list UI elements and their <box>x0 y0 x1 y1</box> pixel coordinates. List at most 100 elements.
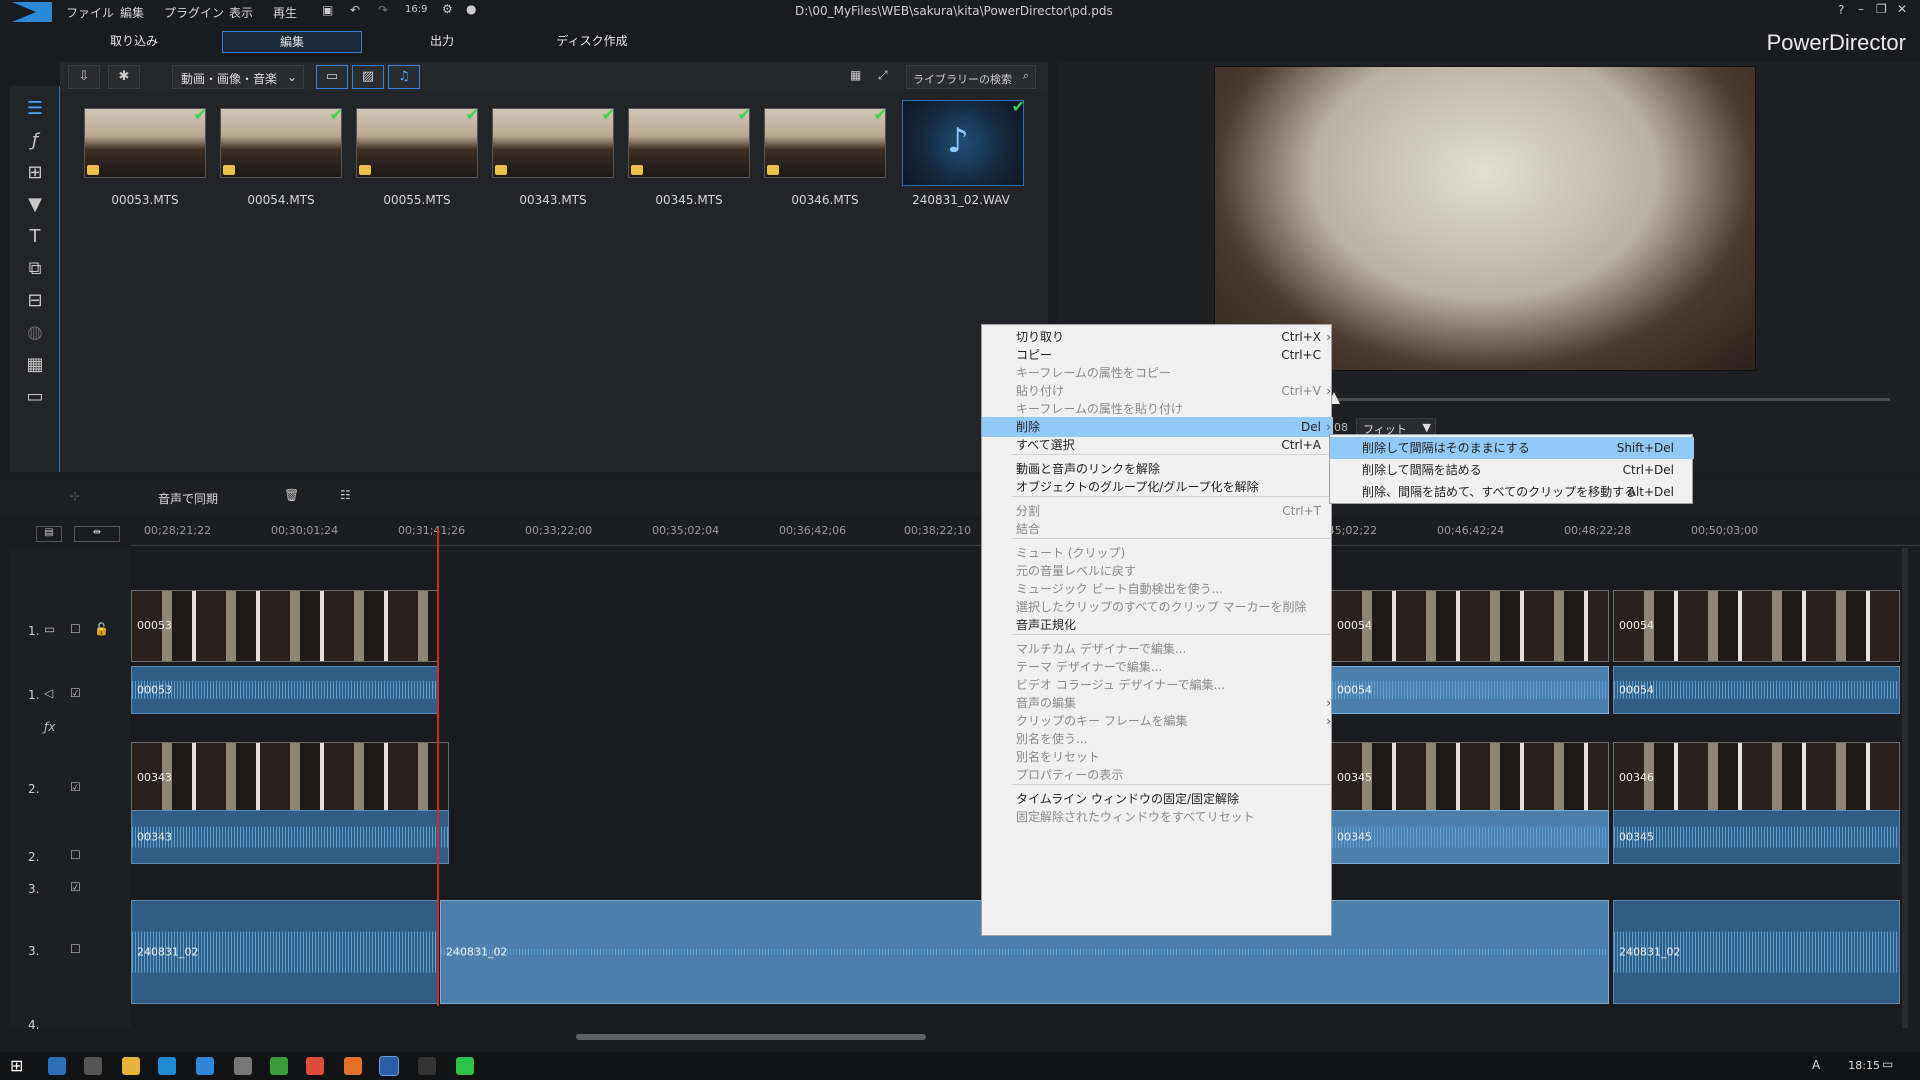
close-icon[interactable]: ✕ <box>1897 2 1907 16</box>
context-menu-item[interactable]: 元の音量レベルに戻す <box>982 561 1333 581</box>
restore-icon[interactable]: ❐ <box>1876 2 1887 16</box>
submenu-item[interactable]: 削除して間隔はそのままにする Shift+Del <box>1330 437 1694 459</box>
help-icon[interactable]: ? <box>1838 3 1844 17</box>
calculator-icon[interactable] <box>234 1057 252 1075</box>
expand-icon[interactable]: ⤢ <box>878 68 888 83</box>
fit-timeline-icon[interactable]: ⇹ <box>74 526 120 542</box>
context-menu-item[interactable]: 選択したクリップのすべてのクリップ マーカーを削除 <box>982 597 1333 617</box>
video-clip[interactable]: 00346 <box>1613 742 1900 814</box>
context-menu-item[interactable]: 音声の編集 › <box>982 693 1333 713</box>
playhead[interactable] <box>437 528 439 1006</box>
subtitle-room-icon[interactable]: ▭ <box>24 386 46 408</box>
windows-start-icon[interactable]: ⊞ <box>10 1056 23 1075</box>
timeline-vertical-scrollbar[interactable] <box>1902 548 1908 1028</box>
file-explorer-icon[interactable] <box>122 1057 140 1075</box>
import-icon[interactable]: ⇩ <box>68 65 100 89</box>
aspect-ratio-dropdown[interactable]: 16:9 <box>405 4 427 15</box>
library-item[interactable]: ✔ <box>492 105 615 178</box>
taskbar-clock[interactable]: 18:15 <box>1848 1059 1880 1072</box>
library-item[interactable]: ✔ <box>84 105 207 178</box>
track-enable-checkbox[interactable]: ☑ <box>70 780 81 794</box>
context-menu-item[interactable]: キーフレームの属性を貼り付け <box>982 399 1333 419</box>
transition-room-icon[interactable]: ⧉ <box>24 258 46 280</box>
context-menu-item[interactable]: 動画と音声のリンクを解除 <box>982 459 1333 479</box>
audio-clip[interactable]: 00053 <box>131 666 438 714</box>
library-search-input[interactable]: ライブラリーの検索 ⌕ <box>906 65 1036 89</box>
redo-icon[interactable]: ↷ <box>378 3 388 17</box>
save-icon[interactable]: ▣ <box>322 3 333 17</box>
settings-gear-icon[interactable]: ⚙ <box>442 2 453 16</box>
music-filter-icon[interactable]: ♫ <box>388 65 420 89</box>
context-menu-item[interactable]: 別名を使う... <box>982 729 1333 749</box>
track-enable-checkbox[interactable]: ☑ <box>70 686 81 700</box>
fx-room-icon[interactable]: ƒ <box>24 130 46 152</box>
edge-icon[interactable] <box>158 1057 176 1075</box>
audio-clip[interactable]: 00343 <box>131 810 449 864</box>
context-menu-item[interactable]: テーマ デザイナーで編集... <box>982 657 1333 677</box>
library-item[interactable]: ✔ <box>764 105 887 178</box>
library-item[interactable]: ✔ <box>628 105 751 178</box>
plugin-icon[interactable]: ✱ <box>108 65 140 89</box>
firefox-icon[interactable] <box>344 1057 362 1075</box>
taskbar-app-icon[interactable] <box>84 1057 102 1075</box>
tab-produce[interactable]: 出力 <box>372 31 512 53</box>
title-room-icon[interactable]: T <box>24 226 46 248</box>
grid-view-icon[interactable]: ▦ <box>850 68 861 82</box>
voice-record-icon[interactable]: ◍ <box>24 322 46 344</box>
track-enable-checkbox[interactable]: ☐ <box>70 942 81 956</box>
audio-clip[interactable]: 00054 <box>1613 666 1900 714</box>
timeline-horizontal-scrollbar[interactable] <box>576 1034 926 1040</box>
track-enable-checkbox[interactable]: ☐ <box>70 622 81 636</box>
mail-icon[interactable] <box>196 1057 214 1075</box>
ime-indicator[interactable]: A <box>1812 1058 1820 1072</box>
context-menu-item[interactable]: ビデオ コラージュ デザイナーで編集... <box>982 675 1333 695</box>
music-clip[interactable]: 240831_02 <box>131 900 438 1004</box>
video-clip[interactable]: 00345 <box>1331 742 1609 814</box>
menu-file[interactable]: ファイル <box>66 4 114 21</box>
media-filter-dropdown[interactable]: 動画・画像・音楽 ⌄ <box>172 65 304 89</box>
menu-edit[interactable]: 編集 <box>120 4 144 21</box>
notifications-icon[interactable]: ▭ <box>1882 1057 1893 1071</box>
context-menu-item[interactable]: 音声正規化 <box>982 615 1333 635</box>
notification-icon[interactable]: ● <box>466 2 476 16</box>
audio-clip[interactable]: 00345 <box>1613 810 1900 864</box>
context-menu-item[interactable]: コピー Ctrl+C <box>982 345 1333 365</box>
video-clip[interactable]: 00054 <box>1331 590 1609 662</box>
library-item-audio[interactable]: ✔ ♪ <box>902 97 1025 186</box>
undo-icon[interactable]: ↶ <box>350 3 360 17</box>
context-menu-item[interactable]: プロパティーの表示 <box>982 765 1333 785</box>
particle-room-icon[interactable]: ▼ <box>24 194 46 216</box>
chrome-icon[interactable] <box>306 1057 324 1075</box>
context-menu-item[interactable]: タイムライン ウィンドウの固定/固定解除 <box>982 789 1333 809</box>
chapter-room-icon[interactable]: ▦ <box>24 354 46 376</box>
track-enable-checkbox[interactable]: ☑ <box>70 880 81 894</box>
library-item[interactable]: ✔ <box>356 105 479 178</box>
menu-view[interactable]: 表示 <box>229 4 253 21</box>
context-menu-item[interactable]: 削除 Del › <box>982 417 1333 437</box>
pip-room-icon[interactable]: ⊞ <box>24 162 46 184</box>
video-clip[interactable]: 00343 <box>131 742 449 814</box>
library-item[interactable]: ✔ <box>220 105 343 178</box>
context-menu-item[interactable]: クリップのキー フレームを編集 › <box>982 711 1333 731</box>
tab-capture[interactable]: 取り込み <box>64 31 204 53</box>
split-icon[interactable]: ⊹ <box>70 489 80 503</box>
taskbar-app-icon[interactable] <box>418 1057 436 1075</box>
tab-edit[interactable]: 編集 <box>222 31 362 53</box>
sync-audio-button[interactable]: 音声で同期 <box>158 490 218 507</box>
video-filter-icon[interactable]: ▭ <box>316 65 348 89</box>
context-menu-item[interactable]: 分割 Ctrl+T <box>982 501 1333 521</box>
music-clip[interactable]: 240831_02 <box>1613 900 1900 1004</box>
menu-plugin[interactable]: プラグイン <box>164 4 224 21</box>
image-filter-icon[interactable]: ▨ <box>352 65 384 89</box>
context-menu-item[interactable]: すべて選択 Ctrl+A <box>982 435 1333 455</box>
video-clip[interactable]: 00053 <box>131 590 438 662</box>
context-menu-item[interactable]: オブジェクトのグループ化/グループ化を解除 <box>982 477 1333 497</box>
line-icon[interactable] <box>456 1057 474 1075</box>
context-menu-item[interactable]: 別名をリセット <box>982 747 1333 767</box>
tab-disc[interactable]: ディスク作成 <box>522 31 662 53</box>
context-menu-item[interactable]: マルチカム デザイナーで編集... <box>982 639 1333 659</box>
delete-trash-icon[interactable]: 🗑 <box>284 488 299 502</box>
context-menu-item[interactable]: ミュート (クリップ) <box>982 543 1333 563</box>
audio-clip[interactable]: 00345 <box>1331 810 1609 864</box>
context-menu-item[interactable]: 結合 <box>982 519 1333 539</box>
